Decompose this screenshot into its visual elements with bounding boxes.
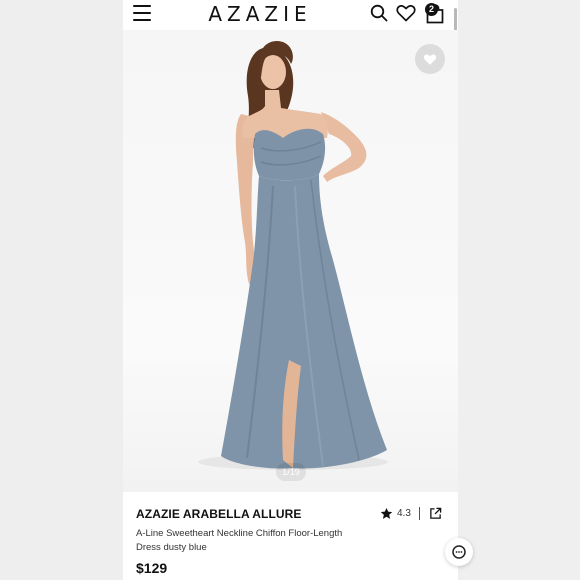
product-info: AZAZIE ARABELLA ALLURE 4.3 A-Line Sweeth… (123, 492, 458, 580)
rating[interactable]: 4.3 (380, 507, 411, 520)
image-counter: 1/19 (276, 463, 306, 481)
search-icon[interactable] (370, 4, 388, 22)
logo[interactable]: AZAZIE (195, 2, 325, 26)
menu-icon[interactable] (133, 5, 151, 21)
favorite-button[interactable] (415, 44, 445, 74)
header: AZAZIE 2 (123, 0, 458, 126)
heart-icon (423, 54, 437, 65)
divider (419, 507, 420, 520)
heart-icon[interactable] (396, 4, 416, 22)
star-icon (380, 507, 393, 519)
product-image[interactable]: 1/19 (123, 30, 458, 492)
product-description: A-Line Sweetheart Neckline Chiffon Floor… (136, 528, 343, 553)
chat-button[interactable] (445, 538, 473, 566)
background-left (0, 0, 123, 580)
phone-screen: AZAZIE 2 1/19 AZAZIE ARABELLA ALLURE 4.3… (123, 0, 458, 580)
chat-icon (452, 545, 466, 559)
share-icon[interactable] (429, 507, 442, 520)
cart-count-badge: 2 (425, 3, 438, 16)
product-price: $129 (136, 560, 168, 576)
model-photo (198, 40, 388, 470)
product-name: AZAZIE ARABELLA ALLURE (136, 507, 302, 521)
background-right (458, 0, 580, 580)
rating-value: 4.3 (397, 508, 411, 519)
